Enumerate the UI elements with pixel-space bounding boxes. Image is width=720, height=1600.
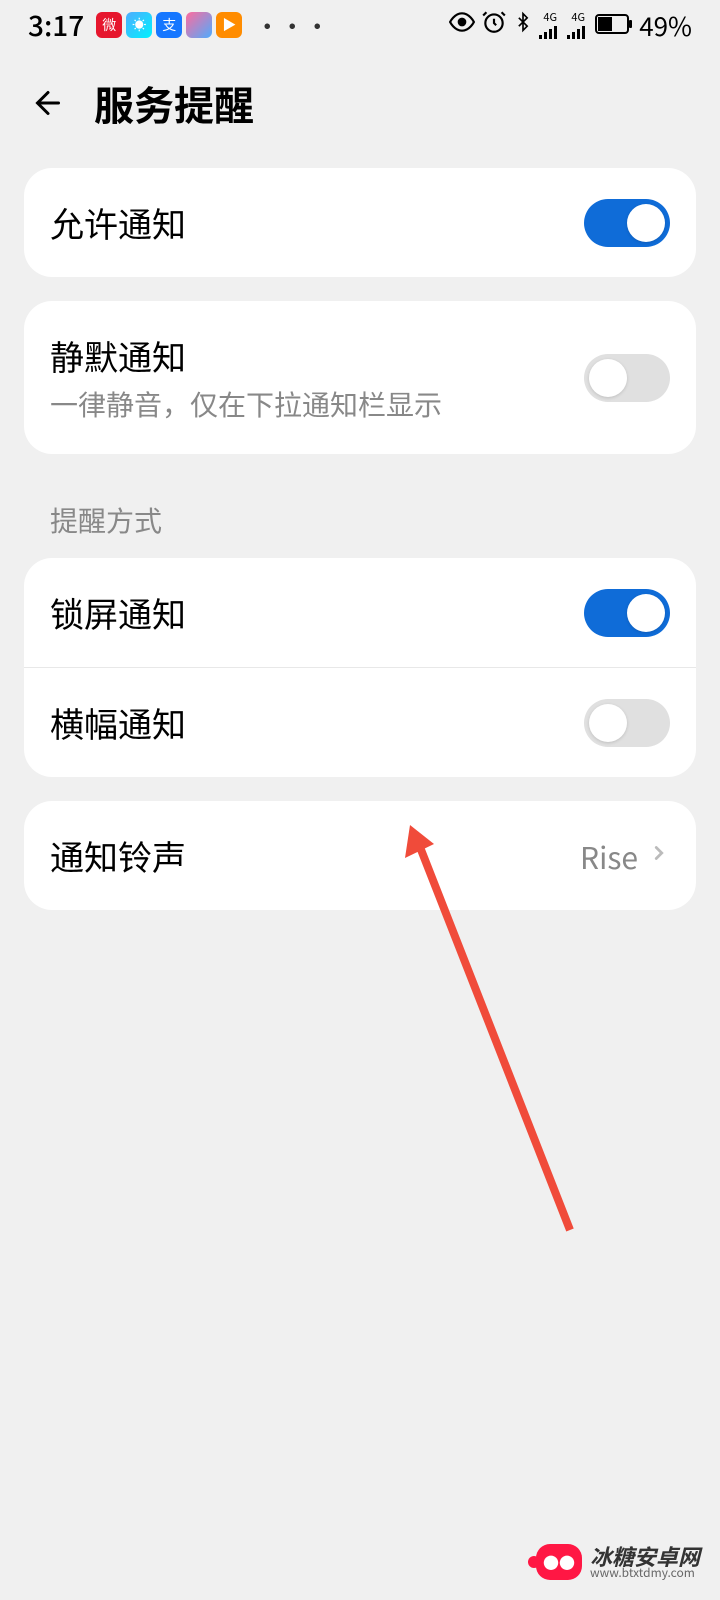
lock-screen-label: 锁屏通知: [50, 588, 584, 637]
signal-4g-1-icon: 4G: [539, 12, 561, 39]
allow-notifications-label: 允许通知: [50, 198, 584, 247]
silent-notifications-toggle[interactable]: [584, 354, 670, 402]
silent-notifications-sublabel: 一律静音，仅在下拉通知栏显示: [50, 384, 584, 424]
watermark: ●● 冰糖安卓网 www.btxtdmy.com: [536, 1544, 700, 1580]
row-ringtone[interactable]: 通知铃声 Rise: [24, 801, 696, 910]
more-dots: ···: [254, 7, 329, 44]
ringtone-label: 通知铃声: [50, 831, 580, 880]
alarm-icon: [481, 9, 507, 42]
banner-label: 横幅通知: [50, 698, 584, 747]
status-time: 3:17: [28, 5, 84, 45]
status-bar: 3:17 微 ☀ 支 ▶ ··· 4G 4G 49%: [0, 0, 720, 50]
battery-icon: [595, 9, 633, 41]
eye-icon: [449, 9, 475, 42]
watermark-url: www.btxtdmy.com: [590, 1567, 700, 1579]
allow-notifications-toggle[interactable]: [584, 199, 670, 247]
row-banner[interactable]: 横幅通知: [24, 667, 696, 777]
lock-screen-toggle[interactable]: [584, 589, 670, 637]
row-allow-notifications[interactable]: 允许通知: [24, 168, 696, 277]
video-icon: ▶: [216, 12, 242, 38]
battery-percent: 49%: [639, 7, 692, 44]
bluetooth-icon: [513, 9, 533, 41]
section-alert-method: 提醒方式: [0, 478, 720, 558]
alipay-icon: 支: [156, 12, 182, 38]
watermark-logo-icon: ●●: [536, 1544, 582, 1580]
status-left: 3:17 微 ☀ 支 ▶ ···: [28, 5, 329, 45]
row-lock-screen[interactable]: 锁屏通知: [24, 558, 696, 667]
banner-toggle[interactable]: [584, 699, 670, 747]
app-icon-4: [186, 12, 212, 38]
signal-4g-2-icon: 4G: [567, 12, 589, 39]
card-ringtone: 通知铃声 Rise: [24, 801, 696, 910]
page-title: 服务提醒: [94, 74, 254, 132]
back-button[interactable]: [28, 83, 68, 123]
status-app-icons: 微 ☀ 支 ▶: [96, 12, 242, 38]
weibo-icon: 微: [96, 12, 122, 38]
card-silent-notifications: 静默通知 一律静音，仅在下拉通知栏显示: [24, 301, 696, 454]
chevron-right-icon: [648, 838, 670, 873]
card-alert-methods: 锁屏通知 横幅通知: [24, 558, 696, 777]
ringtone-value: Rise: [580, 834, 638, 878]
weather-icon: ☀: [126, 12, 152, 38]
silent-notifications-label: 静默通知: [50, 331, 584, 380]
page-header: 服务提醒: [0, 50, 720, 168]
status-right: 4G 4G 49%: [449, 7, 692, 44]
row-silent-notifications[interactable]: 静默通知 一律静音，仅在下拉通知栏显示: [24, 301, 696, 454]
card-basic-settings: 允许通知: [24, 168, 696, 277]
